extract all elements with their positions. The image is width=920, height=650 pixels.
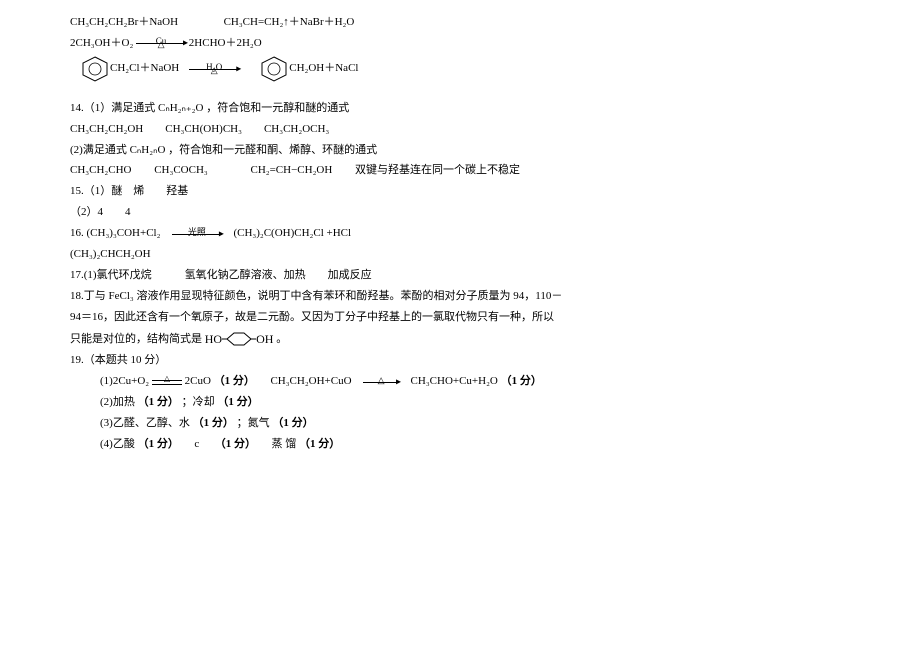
score-6: （1 分） [272, 417, 313, 429]
arrow-condition-top: 光照 [172, 224, 222, 241]
label-oh: OH [256, 328, 273, 351]
arrow-condition-bot: △ [189, 62, 239, 79]
score-9: （1 分） [299, 438, 340, 450]
ans-4a: (4)乙酸 [100, 438, 135, 450]
ans-4b: c [194, 438, 199, 450]
q14-part2: (2)满足通式 CₙH₂ₙO ，符合饱和一元醛和酮、烯醇、环醚的通式 [70, 140, 850, 161]
ans-2b: ；冷却 [182, 396, 215, 408]
q16-eq: 16. (CH₃)₃COH+Cl₂ 光照 ▸ (CH₃)₂C(OH)CH₂Cl … [70, 223, 850, 244]
q14-part1: 14.（1）满足通式 CₙH₂ₙ₊₂O ，符合饱和一元醇和醚的通式 [70, 98, 850, 119]
ans-4c: 蒸 馏 [271, 438, 296, 450]
eq1-left: (1)2Cu+O₂ [100, 375, 149, 387]
eq-line-3: CH₂Cl＋NaOH H₂O ▸ △ CH₂OH＋NaCl [80, 56, 850, 82]
formula-a: CH₃CH₂CHO [70, 164, 131, 176]
eq1-right: 2CuO [185, 375, 211, 387]
q18-prefix: 只能是对位的，结构简式是 [70, 333, 202, 345]
score-7: （1 分） [138, 438, 179, 450]
benzene-ring-icon [259, 56, 289, 82]
eq2-left: CH₃CH₂OH+CuO [270, 375, 351, 387]
para-dihydroxybenzene-icon: HO OH [205, 328, 274, 351]
arrow-condition-bot: △ [136, 36, 186, 53]
q18-line2: 94＝16，因此还含有一个氧原子，故是二元酚。又因为丁分子中羟基上的一氯取代物只… [70, 307, 850, 328]
q18-line3: 只能是对位的，结构简式是 HO OH 。 [70, 328, 850, 351]
score-1: （1 分） [214, 375, 255, 387]
q19-part4: (4)乙酸 （1 分） c （1 分） 蒸 馏 （1 分） [70, 434, 850, 455]
reactant-16: 16. (CH₃)₃COH+Cl₂ [70, 227, 160, 239]
score-8: （1 分） [215, 438, 256, 450]
ans-3a: (3)乙醛、乙醇、水 [100, 417, 190, 429]
document-page: CH₃CH₂CH₂Br＋NaOH CH₃CH=CH₂↑＋NaBr＋H₂O 2CH… [0, 0, 920, 467]
product-1: CH₃CH=CH₂↑＋NaBr＋H₂O [224, 16, 355, 28]
q14-part1-ans: CH₃CH₂CH₂OH CH₃CH(OH)CH₃ CH₃CH₂OCH₃ [70, 119, 850, 140]
note-d: 双键与羟基连在同一个碳上不稳定 [355, 164, 520, 176]
q17: 17.(1)氯代环戊烷 氢氧化钠乙醇溶液、加热 加成反应 [70, 265, 850, 286]
q19-header: 19.（本题共 10 分） [70, 350, 850, 371]
formula-c: CH₂=CH−CH₂OH [250, 164, 332, 176]
q19-part3: (3)乙醛、乙醇、水 （1 分） ；氮气 （1 分） [70, 413, 850, 434]
ans-2a: (2)加热 [100, 396, 135, 408]
q18-suffix: 。 [276, 333, 287, 345]
q18-line1: 18.丁与 FeCl₃ 溶液作用显现特征颜色，说明丁中含有苯环和酚羟基。苯酚的相… [70, 286, 850, 307]
product-3: CH₂OH＋NaCl [289, 58, 358, 79]
q14-part2-ans: CH₃CH₂CHO CH₃COCH₃ CH₂=CH−CH₂OH 双键与羟基连在同… [70, 160, 850, 181]
q15-part2: （2）4 4 [70, 202, 850, 223]
product-2: 2HCHO＋2H₂O [189, 37, 262, 49]
score-3: （1 分） [138, 396, 179, 408]
benzene-ring-icon [80, 56, 110, 82]
score-4: （1 分） [217, 396, 258, 408]
reactant-1: CH₃CH₂CH₂Br＋NaOH [70, 16, 178, 28]
q19-part1: (1)2Cu+O₂ △ 2CuO （1 分） CH₃CH₂OH+CuO △ ▸ … [70, 371, 850, 392]
q15-part1: 15.（1）醚 烯 羟基 [70, 181, 850, 202]
eq-line-1: CH₃CH₂CH₂Br＋NaOH CH₃CH=CH₂↑＋NaBr＋H₂O [70, 12, 850, 33]
equilibrium-arrow-icon: △ [152, 377, 182, 387]
product-16: (CH₃)₂C(OH)CH₂Cl +HCl [233, 227, 351, 239]
q19-part2: (2)加热 （1 分） ；冷却 （1 分） [70, 392, 850, 413]
reactant-2: 2CH₃OH＋O₂ [70, 37, 133, 49]
score-2: （1 分） [501, 375, 542, 387]
eq-line-2: 2CH₃OH＋O₂ Cu ▸ △ 2HCHO＋2H₂O [70, 33, 850, 54]
eq2-right: CH₃CHO+Cu+H₂O [411, 375, 498, 387]
formula-b: CH₃COCH₃ [154, 164, 208, 176]
ans-3b: ；氮气 [237, 417, 270, 429]
score-5: （1 分） [193, 417, 234, 429]
label-ho: HO [205, 328, 222, 351]
q16-extra: (CH₃)₂CHCH₂OH [70, 244, 850, 265]
reactant-3: CH₂Cl＋NaOH [110, 58, 179, 79]
